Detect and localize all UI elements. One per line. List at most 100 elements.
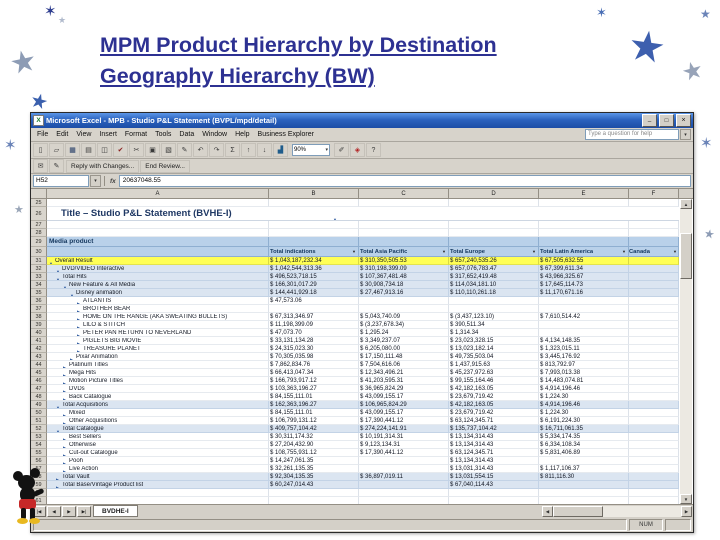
cell[interactable] — [629, 433, 679, 441]
sheet-row[interactable]: 49 Total Acquisitions $ 162,363,196.27$ 10… — [31, 401, 679, 409]
cell[interactable] — [629, 289, 679, 297]
cell[interactable]: Disney animation — [47, 289, 269, 297]
cell[interactable]: Total Vault — [47, 473, 269, 481]
cell[interactable] — [629, 337, 679, 345]
sheet-row[interactable]: 28 — [31, 229, 679, 237]
row-number[interactable]: 32 — [31, 265, 47, 273]
edit-icon[interactable]: ✎ — [49, 159, 64, 173]
scrollbar-thumb[interactable] — [553, 506, 603, 517]
cell[interactable]: $ 390,511.34 — [449, 321, 539, 329]
cell[interactable]: $ 13,134,314.43 — [449, 441, 539, 449]
reply-with-changes-button[interactable]: Reply with Changes... — [66, 159, 140, 173]
cell[interactable] — [359, 199, 449, 207]
cell[interactable]: $ 30,908,734.18 — [359, 281, 449, 289]
cell[interactable]: $ 23,679,719.42 — [449, 409, 539, 417]
cell[interactable]: $ 67,505,632.55 — [539, 257, 629, 265]
cell[interactable] — [449, 489, 539, 497]
cell[interactable]: $ 657,240,535.26 — [449, 257, 539, 265]
envelope-icon[interactable]: ✉ — [33, 159, 48, 173]
menu-file[interactable]: File — [33, 131, 52, 138]
sheet-row[interactable]: 37 BROTHER BEAR — [31, 305, 679, 313]
cell[interactable]: $ 6,334,108.34 — [539, 441, 629, 449]
cell[interactable]: $ 813,792.97 — [539, 361, 629, 369]
row-number[interactable]: 34 — [31, 281, 47, 289]
cell[interactable] — [539, 481, 629, 489]
column-header-cell[interactable]: Total Asia Pacific — [359, 247, 449, 257]
sheet-row[interactable]: 27 — [31, 221, 679, 229]
cell[interactable]: $ 1,295.24 — [359, 329, 449, 337]
maximize-button[interactable] — [659, 114, 674, 127]
cell[interactable] — [629, 257, 679, 265]
row-number[interactable]: 40 — [31, 329, 47, 337]
row-number[interactable]: 37 — [31, 305, 47, 313]
cell[interactable]: $ 106,799,131.12 — [269, 417, 359, 425]
cell[interactable]: $ 409,757,104.42 — [269, 425, 359, 433]
cell[interactable]: $ 5,043,740.09 — [359, 313, 449, 321]
menu-window[interactable]: Window — [198, 131, 231, 138]
row-number[interactable]: 27 — [31, 221, 47, 229]
cell[interactable]: Other Acquisitions — [47, 417, 269, 425]
print-preview-icon[interactable]: ◫ — [97, 143, 112, 157]
cell[interactable]: $ 4,914,196.46 — [539, 401, 629, 409]
sheet-row[interactable]: 58Total Vault$ 92,304,135.35$ 36,897,019… — [31, 473, 679, 481]
cell[interactable]: $ 49,735,503.04 — [449, 353, 539, 361]
menu-insert[interactable]: Insert — [95, 131, 121, 138]
chevron-down-icon[interactable] — [680, 129, 691, 140]
format-painter-icon[interactable]: ✎ — [177, 143, 192, 157]
column-header-cell[interactable]: Canada — [629, 247, 679, 257]
row-number[interactable]: 38 — [31, 313, 47, 321]
cell[interactable]: $ 3,349,237.07 — [359, 337, 449, 345]
paste-icon[interactable]: ▧ — [161, 143, 176, 157]
cell[interactable] — [539, 457, 629, 465]
menu-format[interactable]: Format — [121, 131, 151, 138]
sort-descending-icon[interactable]: ↓ — [257, 143, 272, 157]
row-number[interactable]: 25 — [31, 199, 47, 207]
cell[interactable]: $ (3,237,678.34) — [359, 321, 449, 329]
row-number[interactable]: 56 — [31, 457, 47, 465]
scroll-left-icon[interactable] — [542, 506, 553, 517]
cell[interactable] — [539, 321, 629, 329]
row-number[interactable]: 51 — [31, 417, 47, 425]
sheet-row[interactable]: 30 Total indications Total Asia Pacific Tot… — [31, 247, 679, 257]
sheet-row[interactable]: 55 Cut-out Catalogue $ 108,755,931.12$ 17,… — [31, 449, 679, 457]
row-number[interactable]: 46 — [31, 377, 47, 385]
cell[interactable]: $ 7,862,834.76 — [269, 361, 359, 369]
cell[interactable]: $ 811,116.30 — [539, 473, 629, 481]
sheet-row[interactable]: 38 HOME ON THE RANGE (AKA SWEATING BULLET… — [31, 313, 679, 321]
row-number[interactable]: 30 — [31, 247, 47, 257]
cell[interactable]: HOME ON THE RANGE (AKA SWEATING BULLETS) — [47, 313, 269, 321]
cell[interactable]: Overall Result — [47, 257, 269, 265]
cell[interactable]: $ 60,247,014.43 — [269, 481, 359, 489]
cell[interactable] — [539, 237, 629, 247]
sheet-row[interactable]: 50 Mixed $ 84,155,111.01$ 43,099,155.17$ 2… — [31, 409, 679, 417]
print-icon[interactable]: ▤ — [81, 143, 96, 157]
cell[interactable]: $ 1,224.30 — [539, 409, 629, 417]
cell[interactable]: $ 84,155,111.01 — [269, 393, 359, 401]
cell[interactable]: $ 47,073.70 — [269, 329, 359, 337]
cell[interactable] — [629, 305, 679, 313]
cell[interactable] — [629, 265, 679, 273]
cell[interactable]: $ 17,645,114.73 — [539, 281, 629, 289]
cell[interactable] — [629, 497, 679, 504]
cell[interactable] — [629, 199, 679, 207]
cell[interactable]: $ 27,204,432.90 — [269, 441, 359, 449]
chart-wizard-icon[interactable]: ▟ — [273, 143, 288, 157]
cell[interactable]: $ 66,413,047.34 — [269, 369, 359, 377]
row-number[interactable]: 55 — [31, 449, 47, 457]
cell[interactable] — [539, 305, 629, 313]
cell[interactable]: $ 11,198,399.09 — [269, 321, 359, 329]
cell[interactable] — [539, 497, 629, 504]
drawing-icon[interactable]: ✐ — [334, 143, 349, 157]
cell[interactable]: LILO & STITCH — [47, 321, 269, 329]
cell[interactable] — [629, 489, 679, 497]
business-explorer-icon[interactable]: ◈ — [350, 143, 365, 157]
row-number[interactable]: 52 — [31, 425, 47, 433]
filter-icon[interactable] — [333, 214, 337, 220]
cell[interactable] — [629, 401, 679, 409]
cell[interactable] — [539, 199, 629, 207]
row-number[interactable]: 53 — [31, 433, 47, 441]
cell[interactable]: $ 84,155,111.01 — [269, 409, 359, 417]
cell[interactable] — [629, 473, 679, 481]
cell[interactable]: $ 67,040,114.43 — [449, 481, 539, 489]
cell[interactable]: $ 144,441,929.18 — [269, 289, 359, 297]
